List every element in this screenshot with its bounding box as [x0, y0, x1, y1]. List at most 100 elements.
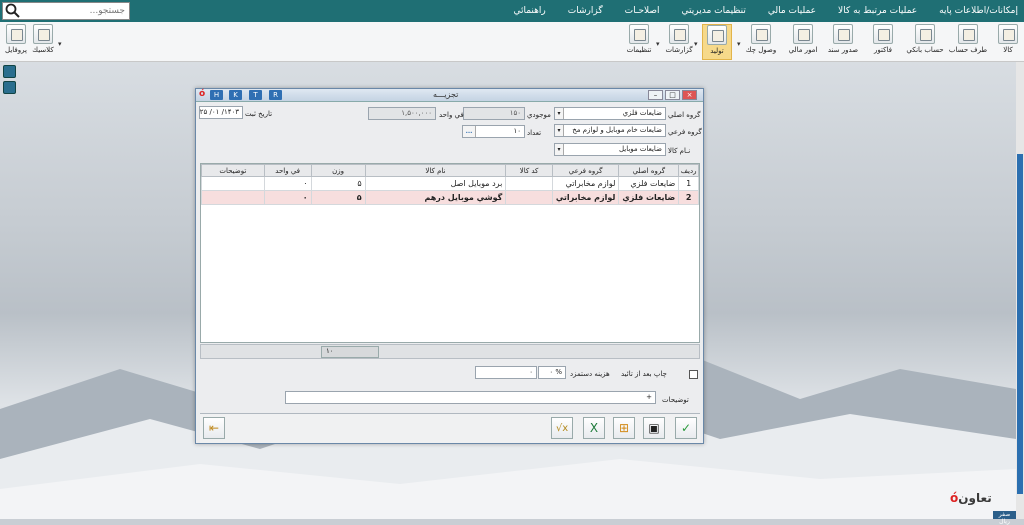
gear-icon — [629, 24, 649, 44]
badge-t[interactable]: T — [249, 90, 262, 100]
table-cell[interactable]: ۵ — [310, 190, 366, 205]
table-cell[interactable]: لوازم مخابراتي — [551, 190, 620, 205]
toolbar-reports[interactable]: گزارشات — [664, 24, 694, 60]
table-cell[interactable] — [505, 190, 553, 205]
date-field[interactable]: ۱۴۰۳/ ۰۱/ ۲۵ — [199, 106, 243, 119]
chevron-down-icon[interactable]: ▾ — [694, 40, 698, 48]
table-cell[interactable]: ۰ — [263, 176, 312, 191]
toolbar-account-party[interactable]: طرف حساب — [948, 24, 988, 60]
column-header[interactable]: گروه اصلي — [618, 164, 680, 177]
table-cell[interactable]: ۵ — [310, 176, 366, 191]
brand-logo: óتعاون — [950, 491, 992, 505]
toolbar-financial[interactable]: امور مالي — [788, 24, 818, 60]
column-header[interactable]: گروه فرعي — [551, 164, 620, 177]
toolbar-check-receipt[interactable]: وصول چك — [746, 24, 776, 60]
scrollbar-thumb[interactable] — [1017, 154, 1023, 494]
tree-button[interactable]: ⊞ — [613, 417, 635, 439]
column-header[interactable]: وزن — [310, 164, 366, 177]
column-header[interactable]: في واحد — [263, 164, 312, 177]
table-cell[interactable] — [201, 176, 265, 191]
table-row[interactable]: 2 ضايعات فلزي لوازم مخابراتي گوشي موبايل در… — [201, 190, 699, 205]
badge-r[interactable]: R — [269, 90, 282, 100]
summary-bar: ۱۰ — [200, 344, 700, 359]
column-header[interactable]: كد كالا — [505, 164, 553, 177]
minimize-icon[interactable]: – — [648, 90, 663, 100]
table-cell[interactable]: لوازم مخابراتي — [551, 176, 620, 191]
action-bar: ✓ ▣ ⊞ X √x ⇤ — [200, 413, 700, 443]
menu-item[interactable]: راهنمائي — [513, 6, 545, 16]
table-cell[interactable]: برد موبايل اصل — [364, 176, 507, 191]
wage-field[interactable]: ۰ — [475, 366, 537, 379]
table-cell[interactable] — [201, 190, 265, 205]
lookup-button[interactable]: ... — [463, 126, 476, 137]
column-header[interactable]: نام كالا — [364, 164, 507, 177]
window-title-bar[interactable]: ó H K T R تجزيـــه – □ × — [196, 89, 703, 102]
toolbar-label: طرف حساب — [948, 46, 988, 54]
column-header[interactable]: توضيحات — [201, 164, 265, 177]
chevron-down-icon[interactable]: ▾ — [555, 125, 564, 136]
notes-field[interactable]: + — [285, 391, 656, 404]
table-cell[interactable]: 1 — [678, 176, 699, 191]
toolbar-production[interactable]: توليد — [702, 24, 732, 60]
info-icon[interactable] — [3, 65, 16, 78]
chevron-down-icon[interactable]: ▾ — [58, 40, 62, 48]
search-box[interactable] — [2, 2, 130, 20]
maximize-icon[interactable]: □ — [665, 90, 680, 100]
table-cell[interactable]: ضايعات فلزي — [618, 190, 680, 205]
search-input[interactable] — [21, 6, 125, 16]
column-header[interactable]: رديف — [678, 164, 699, 177]
badge-k[interactable]: K — [229, 90, 242, 100]
toolbar-profile[interactable]: پروفايل — [3, 24, 29, 60]
search-icon[interactable] — [5, 3, 21, 19]
user-icon[interactable] — [3, 81, 16, 94]
toolbar-classic[interactable]: كلاسيك — [30, 24, 56, 60]
table-row[interactable]: 1 ضايعات فلزي لوازم مخابراتي برد موبايل اصل… — [201, 176, 699, 191]
date-label: تاريخ ثبت — [245, 110, 273, 118]
report-icon — [669, 24, 689, 44]
invoice-icon — [873, 24, 893, 44]
toolbar-invoice[interactable]: فاكتور — [870, 24, 896, 60]
package-button[interactable]: ▣ — [643, 417, 665, 439]
menu-item[interactable]: گزارشات — [568, 6, 603, 16]
menu-item[interactable]: اصلاحـات — [625, 6, 660, 16]
toolbar-label: صدور سند — [827, 46, 859, 54]
weight-sum: ۱۰ — [321, 346, 379, 358]
sub-group-select[interactable]: ▾ ضايعات خام موبايل و لوازم مخ — [554, 124, 666, 137]
table-cell[interactable]: 2 — [678, 190, 699, 205]
chevron-down-icon[interactable]: ▾ — [656, 40, 660, 48]
item-name-select[interactable]: ▾ ضايعات موبايل — [554, 143, 666, 156]
bank-icon — [915, 24, 935, 44]
toolbar-bank-account[interactable]: حساب بانكي — [903, 24, 947, 60]
count-field[interactable]: ... ۱۰ — [462, 125, 525, 138]
print-after-checkbox[interactable] — [689, 370, 698, 379]
menu-item[interactable]: عمليات مرتبط به كالا — [838, 6, 917, 16]
excel-export-button[interactable]: X — [583, 417, 605, 439]
menu-item[interactable]: تنظيمات مديريتي — [682, 6, 746, 16]
table-cell[interactable]: گوشي موبايل درهم — [364, 190, 507, 205]
vertical-scrollbar[interactable] — [1016, 62, 1024, 519]
item-name-label: نـام كالا — [668, 147, 691, 155]
chevron-down-icon[interactable]: ▾ — [555, 108, 564, 119]
exit-button[interactable]: ⇤ — [203, 417, 225, 439]
menu-item[interactable]: عمليات مالي — [768, 6, 816, 16]
toolbar-goods[interactable]: كالا — [996, 24, 1020, 60]
menu-item[interactable]: إمكانات/اطلاعات پايه — [939, 6, 1018, 16]
wage-percent-field[interactable]: % ۰ — [538, 366, 566, 379]
footer-badge: صفر ريال — [993, 511, 1016, 525]
badge-h[interactable]: H — [210, 90, 223, 100]
table-cell[interactable]: ۰ — [263, 190, 312, 205]
main-group-select[interactable]: ▾ ضايعات فلزي — [554, 107, 666, 120]
count-label: تعداد — [527, 129, 542, 137]
toolbar-settings[interactable]: تنظيمات — [624, 24, 654, 60]
check-icon — [751, 24, 771, 44]
close-icon[interactable]: × — [682, 90, 697, 100]
formula-button[interactable]: √x — [551, 417, 573, 439]
chevron-down-icon[interactable]: ▾ — [555, 144, 564, 155]
toolbar-issue-document[interactable]: صدور سند — [826, 24, 860, 60]
chevron-down-icon[interactable]: ▾ — [737, 40, 741, 48]
table-cell[interactable]: ضايعات فلزي — [618, 176, 680, 191]
table-cell[interactable] — [505, 176, 553, 191]
notes-label: توضيحات — [662, 396, 689, 404]
confirm-button[interactable]: ✓ — [675, 417, 697, 439]
stock-field: ۱۵۰ — [463, 107, 525, 120]
